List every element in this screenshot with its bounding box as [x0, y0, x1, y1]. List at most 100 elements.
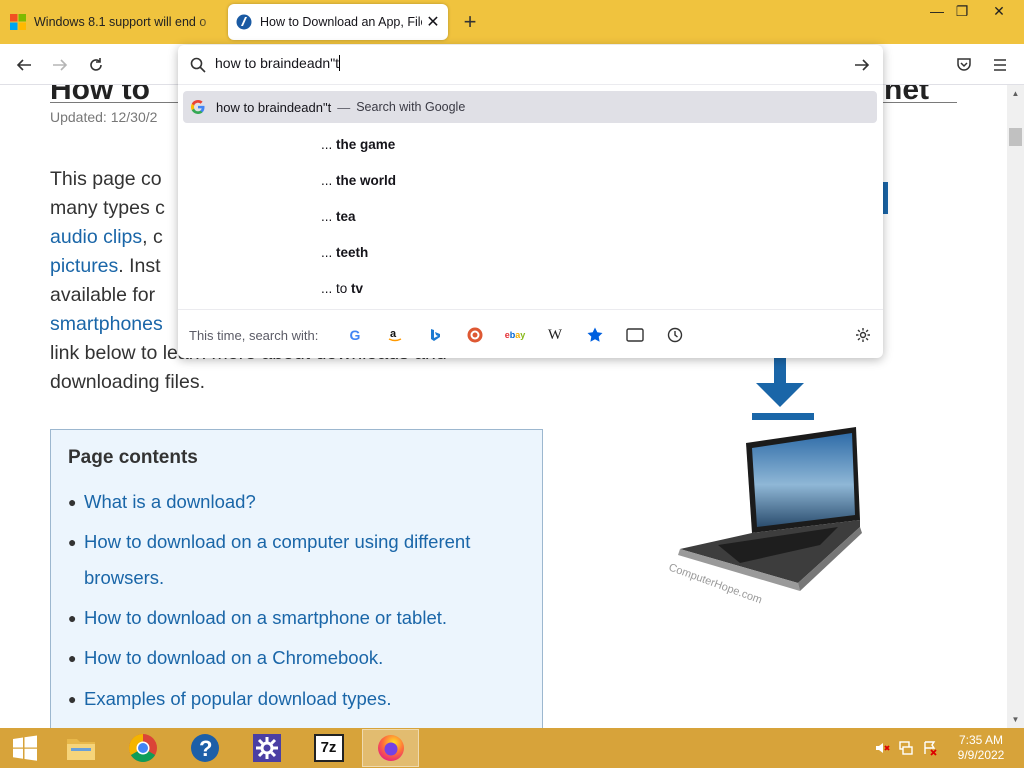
- ebay-icon[interactable]: ebay: [504, 324, 526, 346]
- toc-link[interactable]: How to download on a Chromebook.: [84, 640, 524, 676]
- tab-bar: Windows 8.1 support will end o How to Do…: [0, 0, 1024, 44]
- speaker-muted-icon[interactable]: [874, 740, 890, 756]
- menu-button[interactable]: [987, 52, 1013, 78]
- forward-button[interactable]: [47, 52, 73, 78]
- windows-taskbar: ? 7z 7:35 AM 9/9/2022: [0, 728, 1024, 768]
- suggestion-completion: the game: [336, 137, 396, 152]
- intro-text: available for: [50, 284, 156, 306]
- amazon-logo: a: [388, 328, 402, 342]
- intro-text: many types c: [50, 197, 165, 219]
- toc-item[interactable]: ● What is a download?: [68, 484, 538, 520]
- toc-link[interactable]: Examples of popular download types.: [84, 681, 524, 717]
- scrollbar-thumb[interactable]: [1009, 128, 1022, 146]
- close-tab-icon[interactable]: ✕: [422, 11, 444, 33]
- tab-outline-icon: [626, 328, 644, 342]
- toc-link[interactable]: How to download on a computer using diff…: [84, 524, 524, 596]
- search-settings-icon[interactable]: [852, 324, 874, 346]
- back-button[interactable]: [11, 52, 37, 78]
- intro-text: , c: [142, 226, 163, 248]
- duckduckgo-logo: [467, 327, 483, 343]
- page-title: How to: [50, 85, 150, 106]
- toc-item[interactable]: ● How to download on a computer using dif…: [68, 524, 538, 596]
- bing-logo: [431, 329, 440, 341]
- tab-title: How to Download an App, File,: [260, 15, 422, 29]
- separator: —: [337, 99, 351, 115]
- search-suggestion[interactable]: ... tea: [321, 209, 356, 224]
- start-button[interactable]: [0, 729, 50, 767]
- svg-text:a: a: [390, 328, 397, 340]
- duckduckgo-icon[interactable]: [464, 324, 486, 346]
- toc-item[interactable]: ● Examples of popular download types.: [68, 681, 538, 717]
- folder-icon: [66, 739, 95, 760]
- suggestion-prefix: ...: [321, 173, 337, 188]
- gear-icon: [856, 328, 870, 342]
- close-window-button[interactable]: ✕: [984, 0, 1014, 22]
- taskbar-settings-app[interactable]: [238, 729, 295, 767]
- pictures-link[interactable]: pictures: [50, 255, 118, 277]
- suggestion-search-google[interactable]: how to braindeadn"t — Search with Google: [183, 91, 877, 123]
- address-bar-dropdown: how to braindeadn"t how to braindeadn"t …: [178, 45, 883, 358]
- windows-start-icon: [13, 735, 37, 761]
- tab-how-to-download[interactable]: How to Download an App, File, ✕: [228, 4, 448, 40]
- suggestion-completion: tea: [336, 209, 356, 224]
- search-suggestion[interactable]: ... teeth: [321, 245, 368, 260]
- google-icon[interactable]: G: [344, 324, 366, 346]
- svg-text:?: ?: [199, 736, 212, 761]
- bullet: ●: [68, 494, 77, 510]
- tabs-icon[interactable]: [624, 324, 646, 346]
- toc-link[interactable]: How to download on a smartphone or table…: [84, 600, 524, 636]
- bullet: ●: [68, 610, 77, 626]
- bing-icon[interactable]: [424, 324, 446, 346]
- suggestion-action: Search with Google: [356, 100, 466, 114]
- toc-item[interactable]: ● How to download on a smartphone or tabl…: [68, 600, 538, 636]
- system-clock[interactable]: 7:35 AM 9/9/2022: [950, 733, 1012, 763]
- taskbar-help[interactable]: ?: [176, 729, 233, 767]
- help-icon: ?: [190, 734, 219, 762]
- scroll-up-icon[interactable]: ▲: [1007, 85, 1024, 102]
- tab-windows-support[interactable]: Windows 8.1 support will end o: [2, 4, 224, 40]
- pocket-button[interactable]: [951, 52, 977, 78]
- network-icon[interactable]: [898, 740, 914, 756]
- arrow-right-icon: [53, 59, 68, 71]
- audio-clips-link[interactable]: audio clips: [50, 226, 142, 248]
- taskbar-chrome[interactable]: [114, 729, 171, 767]
- search-suggestion[interactable]: ... the world: [321, 173, 396, 188]
- reload-icon: [90, 58, 102, 71]
- go-arrow-icon[interactable]: [852, 55, 872, 75]
- new-tab-button[interactable]: +: [458, 10, 482, 34]
- reload-button[interactable]: [83, 52, 109, 78]
- history-icon[interactable]: [664, 324, 686, 346]
- 7zip-icon: 7z: [313, 734, 344, 762]
- amazon-icon[interactable]: a: [384, 324, 406, 346]
- address-input[interactable]: how to braindeadn"t: [215, 55, 341, 71]
- restore-button[interactable]: ❐: [947, 0, 977, 22]
- page-contents-box: Page contents ● What is a download? ● How …: [50, 429, 543, 728]
- page-title-end: net: [884, 85, 929, 106]
- page-scrollbar[interactable]: [1007, 85, 1024, 728]
- suggestion-prefix: ...: [321, 245, 337, 260]
- taskbar-file-explorer[interactable]: [52, 729, 109, 767]
- one-off-label: This time, search with:: [189, 328, 319, 343]
- address-bar[interactable]: how to braindeadn"t: [178, 45, 883, 85]
- search-icon: [190, 57, 206, 73]
- intro-text: downloading files.: [50, 371, 206, 393]
- action-center-icon[interactable]: [922, 740, 938, 756]
- suggestion-completion: teeth: [336, 245, 369, 260]
- bookmarks-icon[interactable]: [584, 324, 606, 346]
- taskbar-7zip[interactable]: 7z: [300, 729, 357, 767]
- updated-date: Updated: 12/30/2: [50, 109, 158, 125]
- taskbar-firefox[interactable]: [362, 729, 419, 767]
- toc-item[interactable]: ● How to download on a Chromebook.: [68, 640, 538, 676]
- scroll-down-icon[interactable]: ▼: [1007, 711, 1024, 728]
- smartphones-link[interactable]: smartphones: [50, 313, 163, 335]
- hamburger-icon: [994, 59, 1006, 71]
- search-suggestion[interactable]: ... to tv: [321, 281, 363, 296]
- firefox-icon: [377, 735, 404, 761]
- toc-link[interactable]: What is a download?: [84, 484, 524, 520]
- wikipedia-icon[interactable]: W: [544, 324, 566, 346]
- bullet: ●: [68, 650, 77, 666]
- suggestion-completion: tv: [351, 281, 364, 296]
- search-suggestion[interactable]: ... the game: [321, 137, 395, 152]
- star-icon: [587, 327, 603, 342]
- clock-date: 9/9/2022: [957, 748, 1005, 762]
